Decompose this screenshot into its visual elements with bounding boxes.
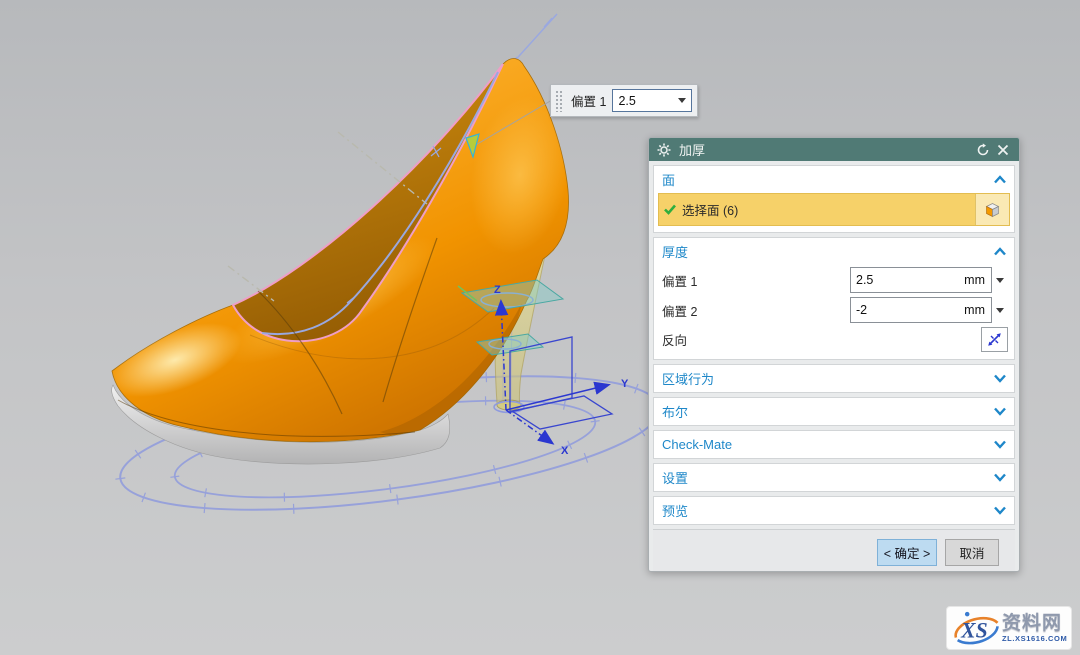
- face-selection-row[interactable]: 选择面 (6): [658, 193, 1010, 226]
- x-axis[interactable]: [506, 410, 552, 443]
- xs-logo-icon: XS: [949, 608, 1001, 648]
- section-face-header[interactable]: 面: [654, 166, 1014, 193]
- offset1-quick-label: 偏置 1: [571, 91, 606, 110]
- floating-offset-toolbar[interactable]: 偏置 1 2.5: [550, 84, 698, 117]
- dropdown-arrow-icon[interactable]: [678, 98, 686, 103]
- section-thickness-label: 厚度: [662, 242, 993, 261]
- reverse-row: 反向: [654, 325, 1014, 359]
- face-filter-button[interactable]: [975, 194, 1009, 225]
- reverse-label: 反向: [662, 330, 981, 349]
- thicken-dialog[interactable]: 加厚 面: [648, 137, 1020, 572]
- offset1-quick-value[interactable]: 2.5: [613, 94, 678, 108]
- cad-viewport[interactable]: Z Y X 偏置 1 2.5: [0, 0, 1080, 655]
- section-settings[interactable]: 设置: [653, 463, 1015, 492]
- chevron-down-icon[interactable]: [993, 407, 1007, 416]
- chevron-up-icon[interactable]: [993, 247, 1007, 256]
- offset2-unit[interactable]: mm: [964, 303, 985, 317]
- x-axis-label: X: [561, 445, 569, 457]
- dialog-footer: < 确定 > 取消: [653, 529, 1015, 572]
- dropdown-arrow-icon[interactable]: [992, 278, 1008, 283]
- reverse-direction-button[interactable]: [981, 327, 1008, 352]
- offset2-label: 偏置 2: [662, 301, 850, 320]
- chevron-down-icon[interactable]: [993, 374, 1007, 383]
- offset1-input[interactable]: 2.5 mm: [850, 267, 992, 293]
- dialog-body: 面 选择面 (6): [649, 161, 1019, 572]
- section-boolean[interactable]: 布尔: [653, 397, 1015, 426]
- section-thickness: 厚度 偏置 1 2.5 mm 偏置 2: [653, 237, 1015, 360]
- section-checkmate[interactable]: Check-Mate: [653, 430, 1015, 459]
- dropdown-arrow-icon[interactable]: [992, 308, 1008, 313]
- svg-text:XS: XS: [960, 619, 987, 643]
- cube-icon: [983, 200, 1002, 219]
- watermark-logo: XS 资料网 ZL.XS1616.COM: [946, 606, 1072, 650]
- flip-direction-icon: [986, 331, 1003, 348]
- watermark-title: 资料网: [1002, 614, 1067, 633]
- chevron-up-icon[interactable]: [993, 175, 1007, 184]
- chevron-down-icon[interactable]: [993, 440, 1007, 449]
- drag-handle-icon[interactable]: [554, 89, 563, 112]
- face-selection-text: 选择面 (6): [682, 200, 738, 219]
- section-thickness-header[interactable]: 厚度: [654, 238, 1014, 265]
- close-icon[interactable]: [993, 141, 1013, 159]
- gear-icon: [657, 143, 671, 157]
- z-axis-label: Z: [494, 284, 501, 296]
- offset1-label: 偏置 1: [662, 271, 850, 290]
- section-face: 面 选择面 (6): [653, 165, 1015, 233]
- offset1-unit[interactable]: mm: [964, 273, 985, 287]
- chevron-down-icon[interactable]: [993, 473, 1007, 482]
- ok-button[interactable]: < 确定 >: [877, 539, 937, 566]
- offset2-row: 偏置 2 -2 mm: [654, 295, 1014, 325]
- offset1-quick-input[interactable]: 2.5: [612, 89, 692, 112]
- cancel-button[interactable]: 取消: [945, 539, 999, 566]
- dialog-title: 加厚: [679, 140, 973, 159]
- y-axis[interactable]: [506, 385, 608, 410]
- offset1-row: 偏置 1 2.5 mm: [654, 265, 1014, 295]
- offset2-input[interactable]: -2 mm: [850, 297, 992, 323]
- dialog-titlebar[interactable]: 加厚: [649, 138, 1019, 161]
- section-face-label: 面: [662, 170, 993, 189]
- y-axis-label: Y: [621, 378, 629, 390]
- watermark-subtitle: ZL.XS1616.COM: [1002, 635, 1067, 643]
- section-preview[interactable]: 预览: [653, 496, 1015, 525]
- check-icon: [664, 204, 676, 215]
- reset-icon[interactable]: [973, 141, 993, 159]
- chevron-down-icon[interactable]: [993, 506, 1007, 515]
- section-region-behavior[interactable]: 区域行为: [653, 364, 1015, 393]
